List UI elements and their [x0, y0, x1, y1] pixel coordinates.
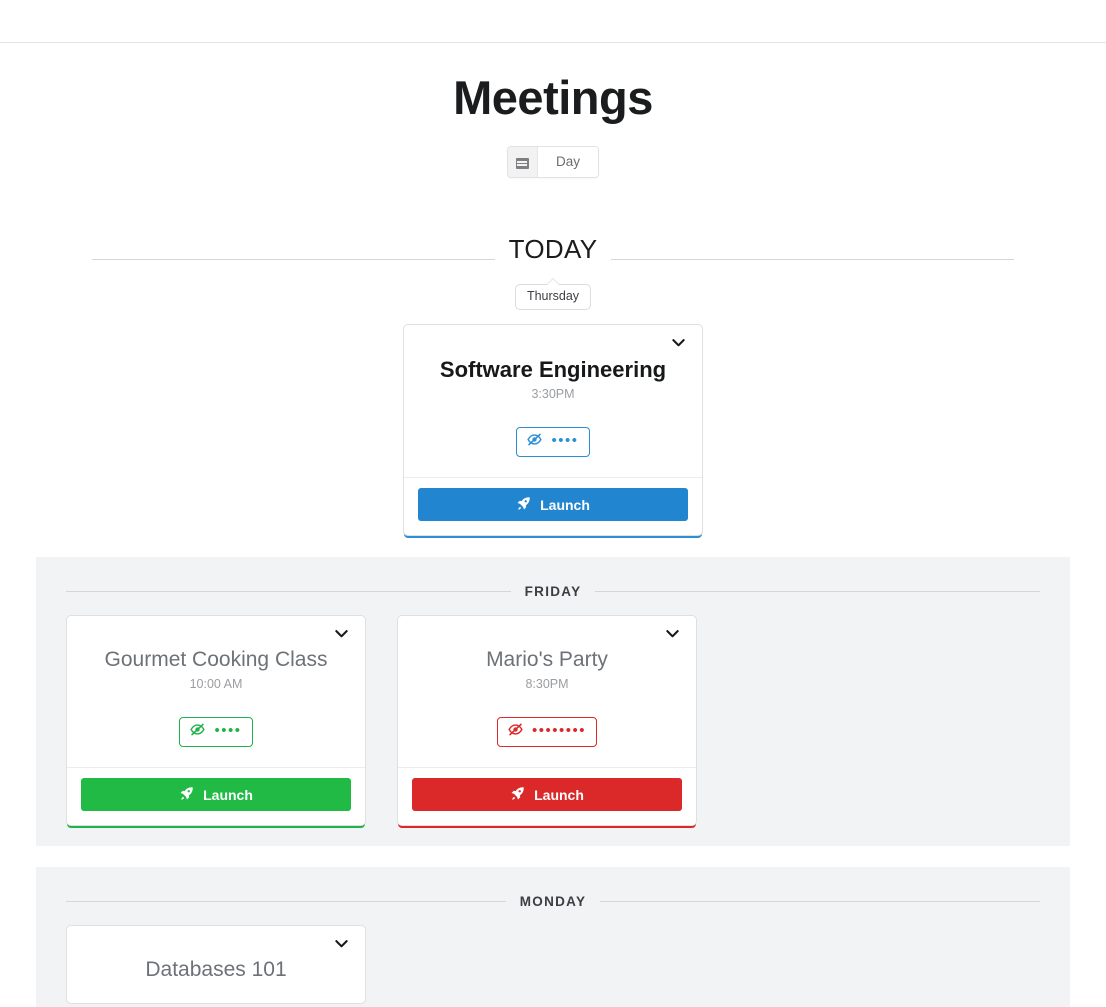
password-reveal-badge[interactable]: ••••: [516, 427, 590, 458]
launch-label: Launch: [540, 496, 590, 513]
card-footer: Launch: [398, 767, 696, 825]
monday-heading-row: MONDAY: [52, 894, 1054, 909]
page-title: Meetings: [453, 71, 653, 124]
card-title: Software Engineering: [439, 357, 667, 383]
eye-slash-icon: [527, 432, 543, 451]
card-body: Gourmet Cooking Class 10:00 AM ••••: [67, 616, 365, 767]
divider-rule-left: [66, 901, 506, 903]
page-header: Meetings Day: [0, 43, 1106, 179]
day-pill-thursday: Thursday: [514, 278, 592, 311]
chevron-down-icon[interactable]: [665, 626, 680, 641]
today-section: TODAY Thursday Software Engineering 3:30…: [0, 234, 1106, 537]
meeting-card-marios-party[interactable]: Mario's Party 8:30PM •••••••• Launch: [397, 615, 697, 827]
today-heading: TODAY: [508, 234, 598, 265]
launch-label: Launch: [203, 786, 253, 803]
launch-button[interactable]: Launch: [412, 778, 682, 812]
launch-button[interactable]: Launch: [418, 488, 688, 522]
eye-slash-icon: [508, 722, 523, 741]
rocket-icon: [179, 786, 194, 804]
meeting-card-databases-101[interactable]: Databases 101: [66, 925, 366, 1004]
card-body: Mario's Party 8:30PM ••••••••: [398, 616, 696, 767]
card-title: Databases 101: [145, 958, 287, 982]
divider-rule-right: [611, 259, 1015, 261]
card-time: 3:30PM: [531, 387, 575, 402]
card-title: Gourmet Cooking Class: [104, 648, 328, 672]
eye-slash-icon: [190, 722, 206, 741]
today-card-row: Software Engineering 3:30PM •••• Launch: [0, 324, 1106, 537]
view-switch-group[interactable]: Day: [506, 146, 599, 179]
friday-card-row: Gourmet Cooking Class 10:00 AM •••• Laun…: [52, 615, 1054, 827]
password-mask: ••••: [551, 432, 579, 450]
card-footer: Launch: [404, 477, 702, 535]
password-row: ••••••••: [414, 717, 680, 748]
friday-heading: FRIDAY: [524, 584, 582, 600]
top-navbar: [0, 0, 1106, 43]
password-mask: ••••: [214, 722, 242, 740]
card-time: 10:00 AM: [189, 677, 243, 692]
day-pill-row: Thursday: [0, 278, 1106, 311]
password-reveal-badge[interactable]: ••••••••: [496, 717, 597, 748]
password-mask: ••••••••: [531, 722, 586, 740]
chevron-down-icon[interactable]: [334, 936, 349, 951]
calendar-icon-button[interactable]: [507, 147, 538, 178]
today-heading-row: TODAY: [0, 234, 1106, 275]
rocket-icon: [516, 496, 531, 514]
monday-card-row: Databases 101: [52, 925, 1054, 1004]
calendar-icon: [515, 156, 529, 169]
divider-rule-right: [600, 901, 1040, 903]
day-section-monday: MONDAY Databases 101: [36, 867, 1070, 1007]
password-row: ••••: [420, 427, 686, 458]
chevron-down-icon[interactable]: [334, 626, 349, 641]
launch-button[interactable]: Launch: [81, 778, 351, 812]
card-title: Mario's Party: [486, 648, 608, 672]
password-reveal-badge[interactable]: ••••: [179, 717, 253, 748]
meeting-card-gourmet-cooking-class[interactable]: Gourmet Cooking Class 10:00 AM •••• Laun…: [66, 615, 366, 827]
divider-rule-right: [595, 591, 1040, 593]
day-view-button[interactable]: Day: [537, 147, 598, 178]
monday-heading: MONDAY: [519, 894, 587, 910]
divider-rule-left: [66, 591, 511, 593]
card-footer: Launch: [67, 767, 365, 825]
chevron-down-icon[interactable]: [671, 335, 686, 350]
password-row: ••••: [83, 717, 349, 748]
card-body: Databases 101: [67, 926, 365, 1002]
meeting-card-software-engineering[interactable]: Software Engineering 3:30PM •••• Launch: [403, 324, 703, 537]
launch-label: Launch: [534, 786, 584, 803]
rocket-icon: [510, 786, 525, 804]
card-time: 8:30PM: [525, 677, 569, 692]
day-section-friday: FRIDAY Gourmet Cooking Class 10:00 AM ••…: [36, 557, 1070, 847]
divider-rule-left: [92, 259, 495, 261]
friday-heading-row: FRIDAY: [52, 584, 1054, 599]
card-body: Software Engineering 3:30PM ••••: [404, 325, 702, 477]
